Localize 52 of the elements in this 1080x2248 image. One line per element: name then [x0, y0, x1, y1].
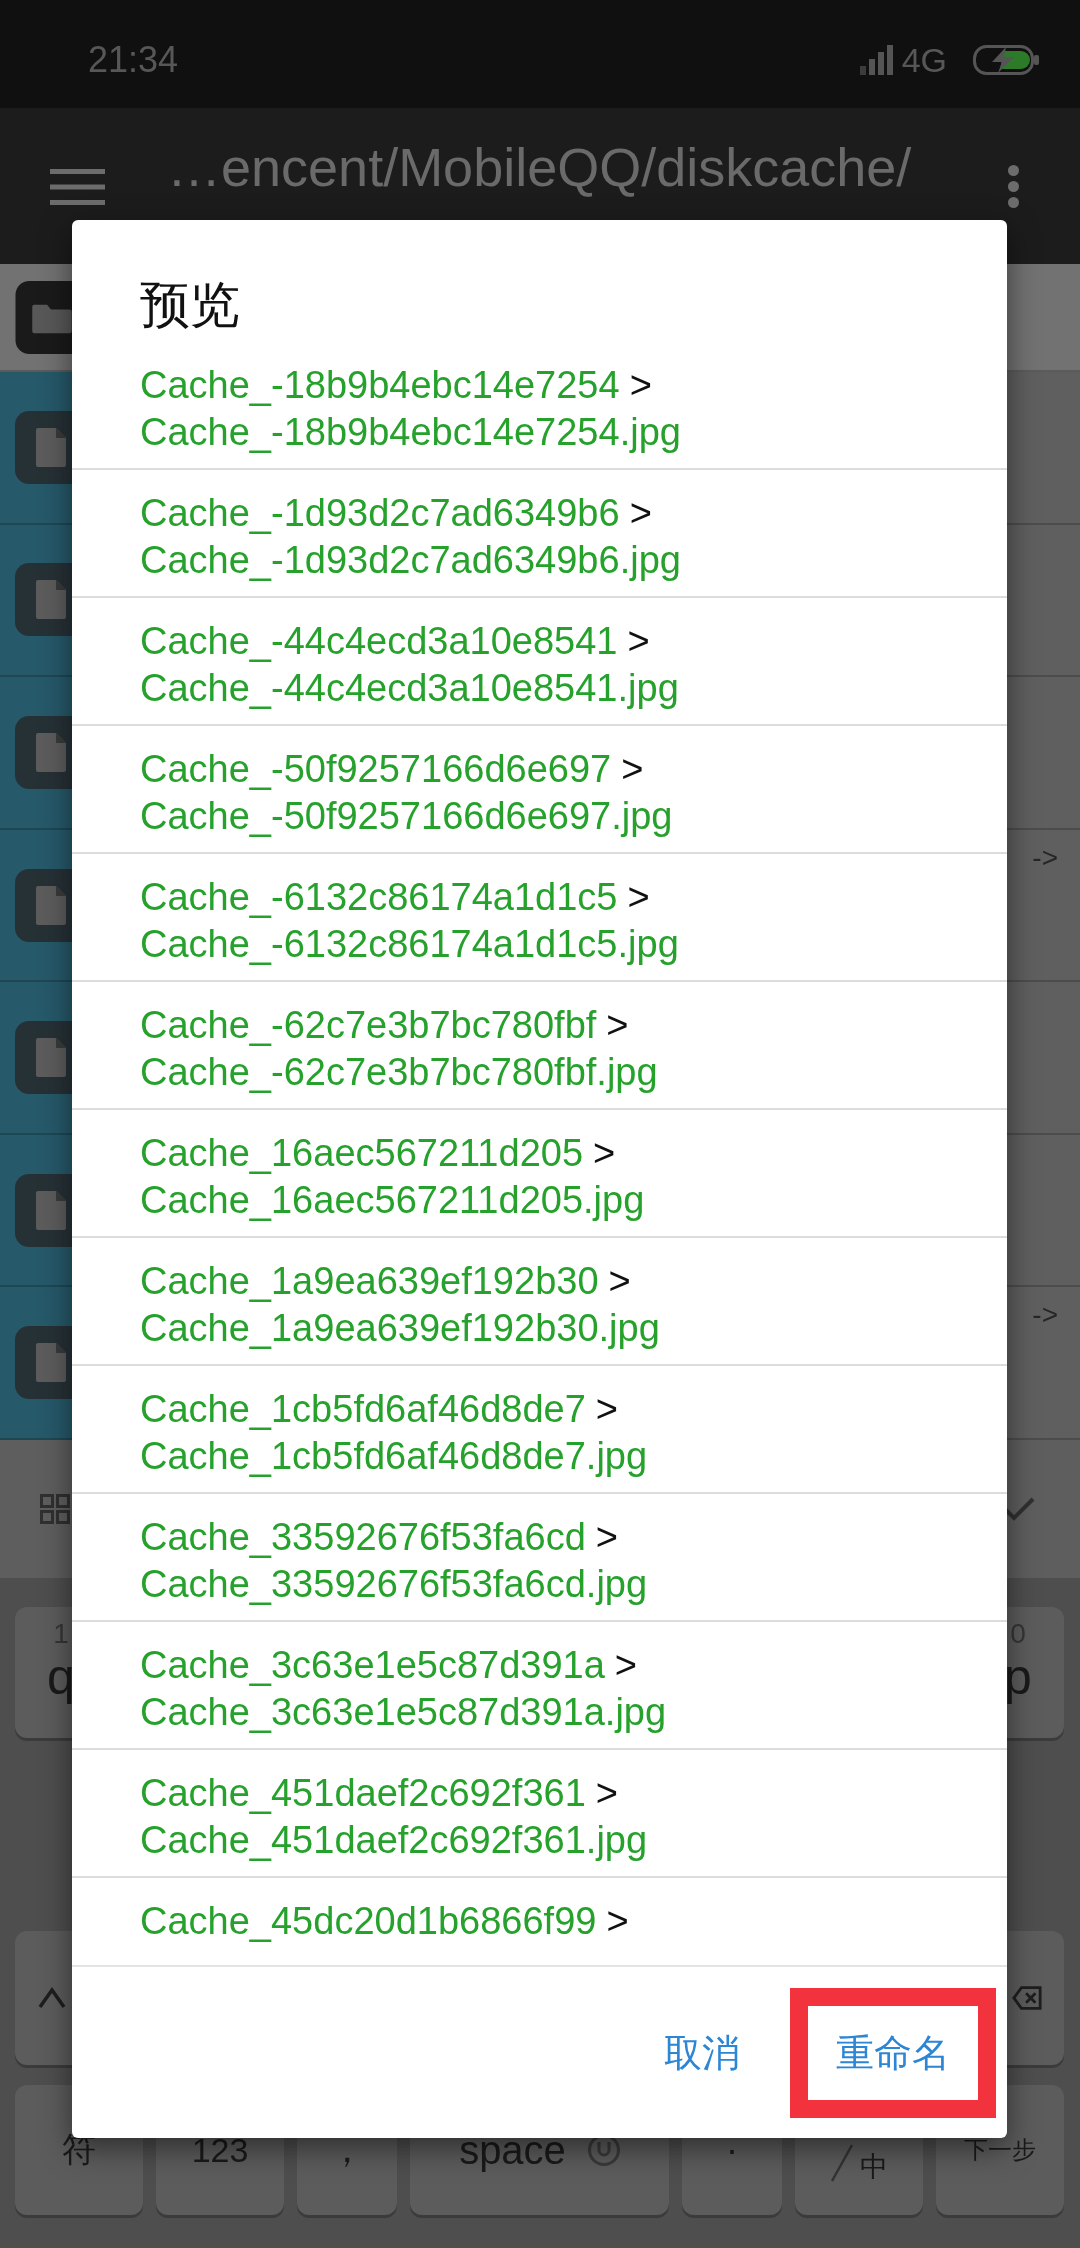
new-filename: Cache_-1d93d2c7ad6349b6.jpg [140, 539, 681, 581]
rename-arrow: > [595, 1772, 619, 1814]
menu-icon[interactable] [50, 169, 105, 205]
new-filename: Cache_451daef2c692f361.jpg [140, 1819, 648, 1861]
rename-arrow: > [627, 620, 650, 662]
old-filename: Cache_33592676f53fa6cd [140, 1516, 586, 1558]
dialog-title: 预览 [140, 276, 240, 335]
link-arrow: -> [1032, 1299, 1058, 1332]
new-filename: Cache_1cb5fd6af46d8de7.jpg [140, 1435, 648, 1477]
rename-arrow: > [621, 748, 644, 790]
old-filename: Cache_-18b9b4ebc14e7254 [140, 364, 620, 406]
new-filename: Cache_1a9ea639ef192b30.jpg [140, 1307, 660, 1349]
old-filename: Cache_-1d93d2c7ad6349b6 [140, 492, 620, 534]
new-filename: Cache_-18b9b4ebc14e7254.jpg [140, 411, 681, 453]
network-type: 4G [901, 40, 947, 80]
slash-icon [830, 2143, 854, 2183]
more-icon[interactable] [1008, 165, 1019, 208]
rename-arrow: > [608, 1260, 631, 1302]
rename-arrow: > [606, 1900, 629, 1942]
rename-arrow: > [593, 1132, 616, 1174]
old-filename: Cache_-62c7e3b7bc780fbf [140, 1004, 597, 1046]
old-filename: Cache_451daef2c692f361 [140, 1772, 586, 1814]
rename-arrow: > [595, 1516, 619, 1558]
new-filename: Cache_33592676f53fa6cd.jpg [140, 1563, 648, 1605]
status-time: 21:34 [88, 39, 179, 81]
old-filename: Cache_3c63e1e5c87d391a [140, 1644, 605, 1686]
new-filename: Cache_16aec567211d205.jpg [140, 1179, 645, 1221]
shift-icon [37, 1985, 67, 2011]
new-filename: Cache_-6132c86174a1d1c5.jpg [140, 923, 679, 965]
old-filename: Cache_-6132c86174a1d1c5 [140, 876, 618, 918]
battery-icon [973, 45, 1040, 75]
old-filename: Cache_1a9ea639ef192b30 [140, 1260, 599, 1302]
rename-arrow: > [606, 1004, 629, 1046]
grid-icon[interactable] [40, 1494, 70, 1524]
new-filename: Cache_3c63e1e5c87d391a.jpg [140, 1691, 667, 1733]
old-filename: Cache_45dc20d1b6866f99 [140, 1900, 597, 1942]
old-filename: Cache_-50f9257166d6e697 [140, 748, 612, 790]
new-filename: Cache_-50f9257166d6e697.jpg [140, 795, 673, 837]
backspace-icon [1012, 1985, 1042, 2011]
rename-arrow: > [629, 492, 652, 534]
rename-arrow: > [595, 1388, 619, 1430]
rename-arrow: > [614, 1644, 638, 1686]
link-arrow: -> [1032, 841, 1058, 874]
old-filename: Cache_-44c4ecd3a10e8541 [140, 620, 618, 662]
new-filename: Cache_-62c7e3b7bc780fbf.jpg [140, 1051, 658, 1093]
new-filename: Cache_-44c4ecd3a10e8541.jpg [140, 667, 679, 709]
rename-arrow: > [627, 876, 650, 918]
path-title: …encent/MobileQQ/diskcache/ [167, 136, 912, 199]
signal-icon [859, 45, 893, 75]
old-filename: Cache_16aec567211d205 [140, 1132, 584, 1174]
old-filename: Cache_1cb5fd6af46d8de7 [140, 1388, 586, 1430]
rename-arrow: > [629, 364, 652, 406]
